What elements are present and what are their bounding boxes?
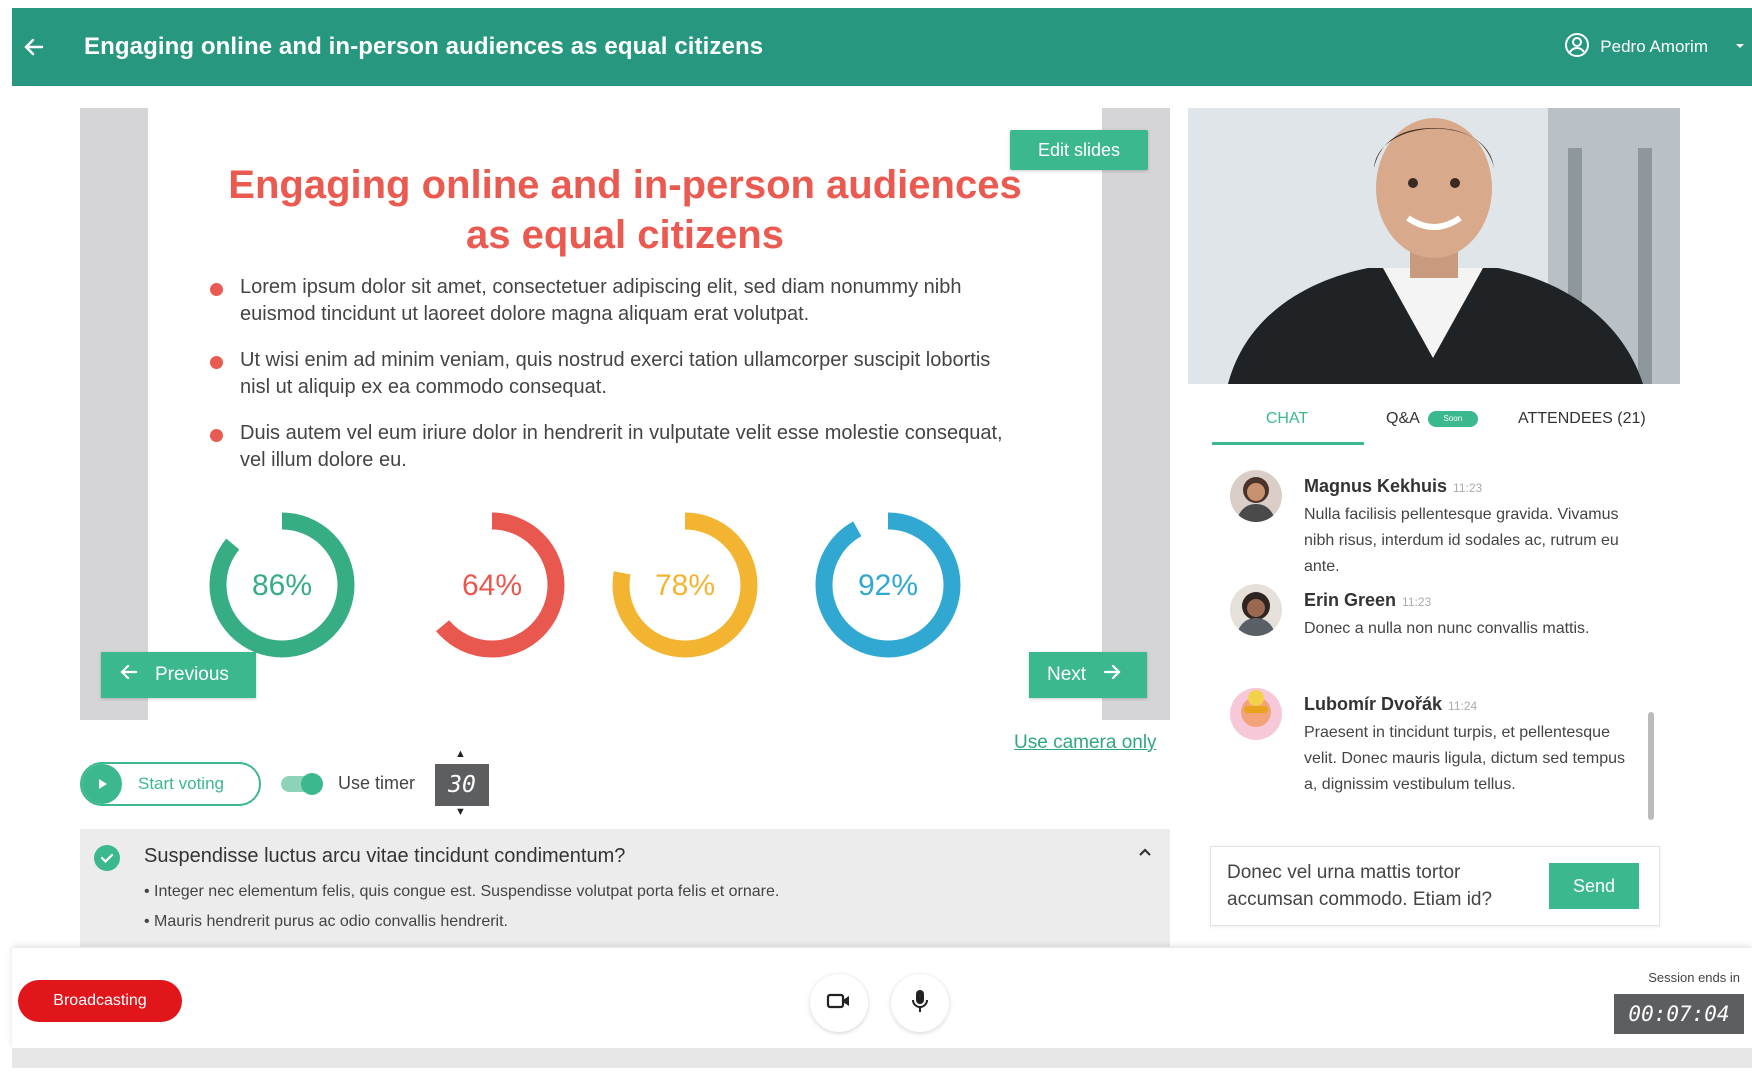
- avatar: [1230, 688, 1282, 740]
- start-voting-button[interactable]: Start voting: [80, 762, 261, 806]
- start-voting-label: Start voting: [138, 774, 224, 793]
- chat-text: Nulla facilisis pellentesque gravida. Vi…: [1304, 506, 1619, 575]
- next-label: Next: [1047, 664, 1087, 685]
- chat-author: Lubomír Dvořák 11:24: [1304, 694, 1477, 715]
- chat-timestamp: 11:24: [1448, 699, 1478, 713]
- user-menu[interactable]: Pedro Amorim: [1564, 8, 1746, 86]
- chevron-up-icon[interactable]: [1138, 843, 1152, 864]
- chat-author-name: Magnus Kekhuis: [1304, 476, 1448, 496]
- chat-text: Praesent in tincidunt turpis, et pellent…: [1304, 724, 1626, 793]
- donut-chart: 92%: [806, 503, 970, 667]
- back-arrow-icon[interactable]: [16, 29, 52, 65]
- chat-author: Erin Green 11:23: [1304, 590, 1431, 611]
- previous-button[interactable]: Previous: [101, 652, 256, 698]
- video-camera-icon: [826, 991, 852, 1016]
- chat-scrollbar[interactable]: [1648, 712, 1654, 820]
- use-timer-label: Use timer: [338, 773, 416, 793]
- slide-bullet: Duis autem vel eum iriure dolor in hendr…: [210, 420, 1020, 474]
- top-bar: Engaging online and in-person audiences …: [12, 8, 1752, 86]
- slide-bullet: Ut wisi enim ad minim veniam, quis nostr…: [210, 347, 1020, 401]
- session-ends-label: Session ends in: [1648, 970, 1740, 985]
- slide-title: Engaging online and in-person audiences …: [148, 160, 1102, 260]
- chat-timestamp: 11:23: [1402, 595, 1432, 609]
- timer-increment-icon[interactable]: ▲: [455, 748, 466, 760]
- camera-toggle-button[interactable]: [810, 974, 868, 1032]
- send-button[interactable]: Send: [1549, 863, 1639, 909]
- donut-chart: 64%: [410, 503, 574, 667]
- page-title: Engaging online and in-person audiences …: [84, 33, 764, 60]
- toggle-knob: [301, 773, 323, 795]
- next-button[interactable]: Next: [1029, 652, 1147, 698]
- user-name: Pedro Amorim: [1600, 37, 1708, 56]
- play-icon: [82, 764, 122, 804]
- check-icon: [94, 845, 120, 871]
- chat-composer: Donec vel urna mattis tortor accumsan co…: [1210, 846, 1660, 926]
- qa-soon-badge: Soon: [1427, 410, 1478, 427]
- question-title: Suspendisse luctus arcu vitae tincidunt …: [144, 845, 626, 867]
- chat-author-name: Lubomír Dvořák: [1304, 694, 1443, 714]
- timer-decrement-icon[interactable]: ▼: [455, 806, 466, 818]
- donut-label: 78%: [655, 569, 715, 602]
- chat-author-name: Erin Green: [1304, 590, 1397, 610]
- slide-bullets: Lorem ipsum dolor sit amet, consectetuer…: [210, 274, 1020, 493]
- microphone-toggle-button[interactable]: [891, 974, 949, 1032]
- bottom-toolbar: Broadcasting Session ends in 00:07:04: [12, 948, 1752, 1048]
- slide-title-line: Engaging online and in-person audiences: [228, 163, 1022, 207]
- chat-text: Donec a nulla non nunc convallis mattis.: [1304, 620, 1590, 637]
- arrow-left-icon: [119, 662, 139, 688]
- chevron-down-icon: [1734, 37, 1746, 57]
- question-option-text: Integer nec elementum felis, quis congue…: [154, 883, 780, 900]
- presenter-video: [1188, 108, 1680, 384]
- donut-label: 64%: [462, 569, 522, 602]
- voting-question-panel: Suspendisse luctus arcu vitae tincidunt …: [80, 829, 1170, 947]
- microphone-icon: [910, 988, 930, 1019]
- tab-attendees[interactable]: ATTENDEES (21): [1518, 410, 1646, 428]
- question-option: • Mauris hendrerit purus ac odio convall…: [144, 913, 508, 930]
- arrow-right-icon: [1102, 662, 1122, 688]
- use-timer-toggle[interactable]: [281, 773, 325, 795]
- slide-title-line: as equal citizens: [466, 213, 784, 257]
- donut-chart: 86%: [200, 503, 364, 667]
- tab-qa-label: Q&A: [1386, 410, 1420, 427]
- slide-bullet: Lorem ipsum dolor sit amet, consectetuer…: [210, 274, 1020, 328]
- tab-chat-underline: [1212, 442, 1364, 445]
- app-page: Engaging online and in-person audiences …: [0, 0, 1752, 1079]
- session-countdown: 00:07:04: [1614, 994, 1744, 1034]
- slide-frame: Engaging online and in-person audiences …: [80, 108, 1170, 720]
- chat-message-input[interactable]: Donec vel urna mattis tortor accumsan co…: [1227, 859, 1517, 913]
- donut-label: 92%: [858, 569, 918, 602]
- previous-label: Previous: [155, 664, 229, 685]
- use-camera-only-link[interactable]: Use camera only: [1014, 732, 1157, 754]
- timer-value[interactable]: 30: [435, 764, 489, 806]
- chat-author: Magnus Kekhuis 11:23: [1304, 476, 1482, 497]
- chat-timestamp: 11:23: [1453, 481, 1483, 495]
- avatar: [1230, 584, 1282, 636]
- broadcasting-button[interactable]: Broadcasting: [18, 980, 182, 1022]
- presentation-slide: Engaging online and in-person audiences …: [148, 108, 1102, 720]
- donut-label: 86%: [252, 569, 312, 602]
- tab-chat[interactable]: CHAT: [1212, 410, 1362, 428]
- donut-chart: 78%: [603, 503, 767, 667]
- tab-qa[interactable]: Q&A Soon: [1386, 410, 1478, 428]
- edit-slides-button[interactable]: Edit slides: [1010, 130, 1148, 170]
- question-option-text: Mauris hendrerit purus ac odio convallis…: [154, 913, 508, 930]
- avatar: [1230, 470, 1282, 522]
- question-option: • Integer nec elementum felis, quis cong…: [144, 883, 780, 900]
- user-avatar-icon: [1564, 32, 1590, 63]
- bottom-strip: [12, 1048, 1752, 1068]
